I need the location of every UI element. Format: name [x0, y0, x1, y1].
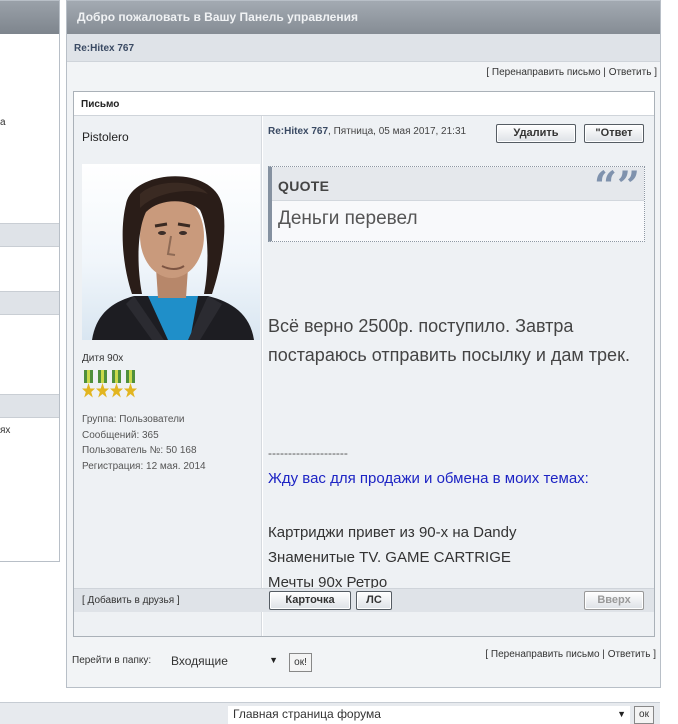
reply-button[interactable]: "Ответ	[584, 124, 644, 143]
forum-jump-bar: Главная страница форума ▼ ок	[0, 702, 660, 724]
quote-block: QUOTE “” Деньги перевел	[268, 163, 645, 242]
add-friend-link[interactable]: [ Добавить в друзья ]	[82, 595, 180, 606]
redirect-link[interactable]: Перенаправить письмо	[491, 649, 600, 660]
avatar-image	[92, 176, 254, 340]
rank-medals	[82, 370, 137, 398]
signature-separator: --------------------	[268, 446, 348, 460]
author-name[interactable]: Pistolero	[82, 130, 129, 144]
reply-link[interactable]: Ответить	[608, 649, 651, 660]
sidebar-section-bar	[0, 291, 59, 315]
post-topic: Re:Hitex 767	[268, 126, 329, 137]
signature-link[interactable]: Картриджи привет из 90-х на Dandy	[268, 524, 516, 541]
profile-card-button[interactable]: Карточка	[269, 591, 351, 610]
signature-heading: Жду вас для продажи и обмена в моих тема…	[268, 470, 589, 487]
panel-title: Добро пожаловать в Вашу Панель управлени…	[67, 1, 660, 34]
bracket: ]	[651, 67, 657, 78]
message-box: Письмо Pistolero Дитя 90х Группа: Пользо…	[73, 91, 655, 637]
reply-link[interactable]: Ответить	[609, 67, 652, 78]
post-meta: Re:Hitex 767, Пятница, 05 мая 2017, 21:3…	[268, 126, 466, 137]
signature-link[interactable]: Знаменитые TV. GAME CARTRIGE	[268, 549, 511, 566]
user-rank: Дитя 90х	[82, 353, 124, 364]
separator: |	[599, 649, 608, 660]
folder-label: Перейти в папку:	[72, 655, 152, 666]
user-post-count: Сообщений: 365	[82, 429, 159, 441]
dropdown-arrow-icon: ▼	[617, 709, 626, 719]
private-message-button[interactable]: ЛС	[356, 591, 392, 610]
forum-jump-value: Главная страница форума	[233, 707, 381, 721]
post-header: Re:Hitex 767, Пятница, 05 мая 2017, 21:3…	[263, 116, 654, 152]
control-panel: Добро пожаловать в Вашу Панель управлени…	[66, 0, 661, 688]
sidebar-text-fragment: а	[0, 117, 6, 128]
sidebar-section-bar	[0, 223, 59, 247]
medal-icon	[124, 370, 137, 398]
message-subject: Re:Hitex 767	[67, 34, 660, 62]
author-column: Pistolero Дитя 90х Группа: Пользователи …	[74, 116, 262, 636]
message-footer: [ Добавить в друзья ] Карточка ЛС Вверх	[74, 588, 654, 612]
post-date: , Пятница, 05 мая 2017, 21:31	[328, 126, 467, 137]
user-group: Группа: Пользователи	[82, 414, 185, 425]
post-column: Re:Hitex 767, Пятница, 05 мая 2017, 21:3…	[263, 116, 654, 636]
quote-label: QUOTE	[272, 167, 644, 201]
user-number: Пользователь №: 50 168	[82, 445, 197, 457]
bottom-actions: [ Перенаправить письмо | Ответить ]	[485, 649, 656, 660]
medal-icon	[110, 370, 123, 398]
user-info: Группа: Пользователи Сообщений: 365 Поль…	[82, 412, 206, 475]
folder-ok-button[interactable]: ок!	[289, 653, 312, 672]
quote-text: Деньги перевел	[278, 208, 418, 229]
separator: |	[600, 67, 609, 78]
forum-jump-select[interactable]: Главная страница форума ▼	[228, 706, 630, 724]
folder-select-value: Входящие	[171, 654, 228, 668]
sidebar: а ях	[0, 0, 60, 562]
scroll-up-button[interactable]: Вверх	[584, 591, 644, 610]
redirect-link[interactable]: Перенаправить письмо	[492, 67, 601, 78]
dropdown-arrow-icon: ▼	[269, 655, 278, 665]
medal-icon	[96, 370, 109, 398]
sidebar-header	[0, 1, 59, 34]
sidebar-text-fragment: ях	[0, 425, 11, 436]
medal-icon	[82, 370, 95, 398]
avatar	[82, 164, 260, 340]
sidebar-section-bar	[0, 394, 59, 418]
bracket: ]	[650, 649, 656, 660]
user-registered: Регистрация: 12 мая. 2014	[82, 461, 206, 473]
quote-marks-icon: “”	[593, 163, 640, 210]
folder-select[interactable]: Входящие ▼	[167, 652, 282, 672]
delete-button[interactable]: Удалить	[496, 124, 576, 143]
post-body: Всё верно 2500р. поступило. Завтра поста…	[268, 316, 630, 365]
forum-jump-ok-button[interactable]: ок	[634, 706, 654, 724]
message-box-header: Письмо	[74, 92, 654, 116]
top-actions: [ Перенаправить письмо | Ответить ]	[486, 67, 657, 78]
